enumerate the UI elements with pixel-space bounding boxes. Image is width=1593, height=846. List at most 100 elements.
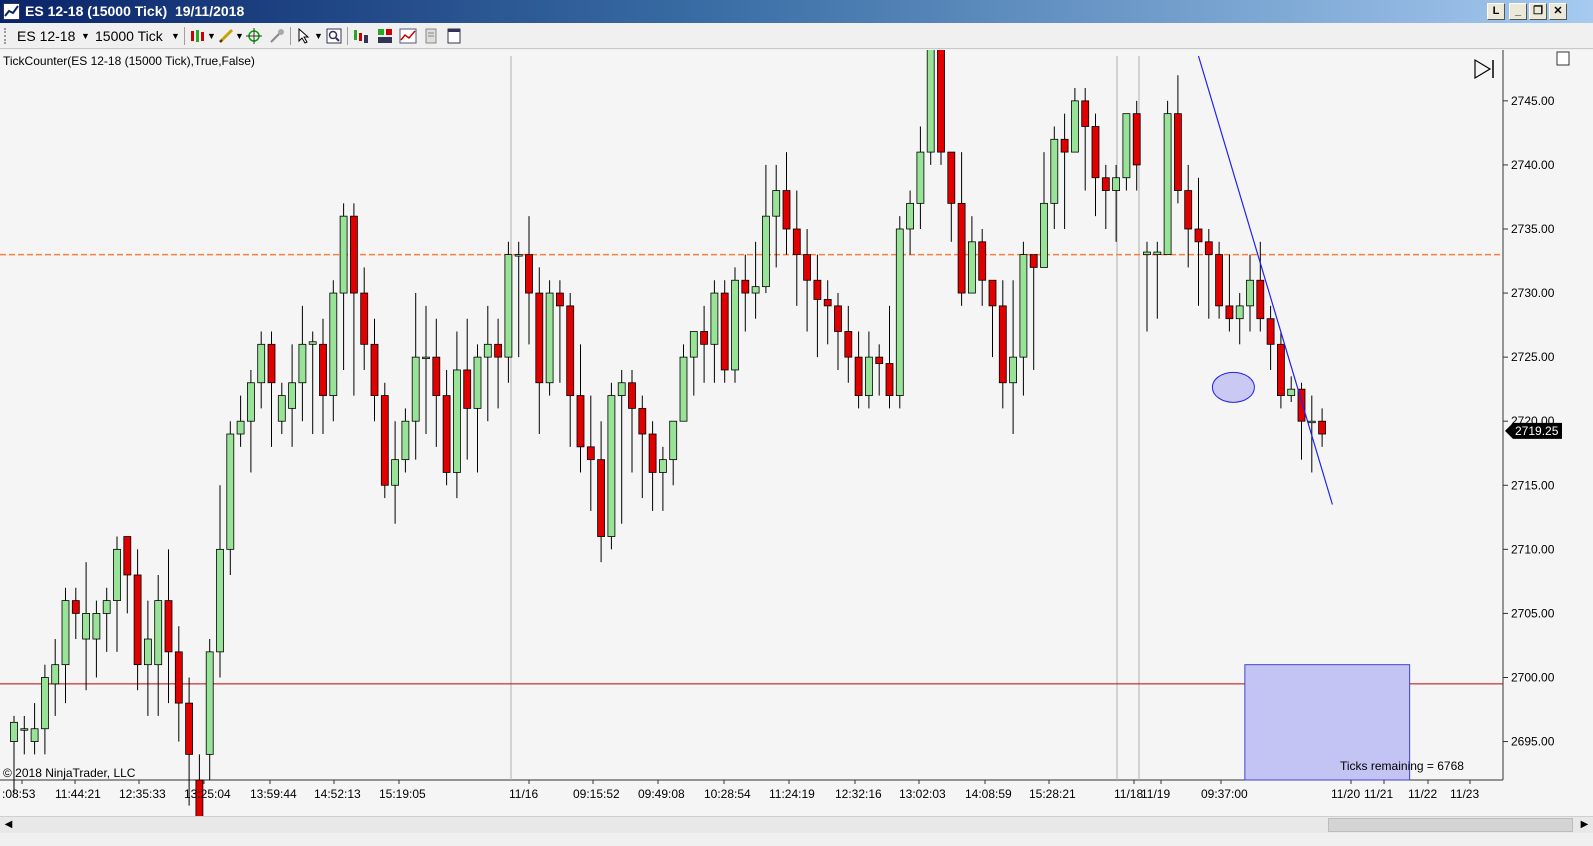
candle-body xyxy=(133,574,142,666)
candle-body xyxy=(1246,279,1254,307)
pointer-icon[interactable] xyxy=(296,27,314,45)
candle-body xyxy=(1019,254,1028,358)
candle-body xyxy=(1029,254,1038,268)
x-tick-label: 11/19 xyxy=(1141,787,1170,801)
pencil-icon[interactable] xyxy=(217,27,235,45)
candle-body xyxy=(525,254,533,294)
candle-body xyxy=(473,356,482,409)
candle-body xyxy=(30,728,39,742)
candle-body xyxy=(834,305,842,332)
candle-body xyxy=(1153,251,1162,256)
app-icon xyxy=(3,3,20,20)
candle-body xyxy=(442,395,451,473)
candle-body xyxy=(895,228,904,396)
toolbar-grip[interactable] xyxy=(4,28,8,44)
x-tick-label: 13:25:04 xyxy=(184,787,231,801)
candle-body xyxy=(504,254,513,358)
candle-body xyxy=(71,600,80,614)
candle-body xyxy=(813,279,822,300)
candle-body xyxy=(61,600,70,666)
last-price-label: 2719.25 xyxy=(1515,424,1559,438)
title-bar[interactable]: ES 12-18 (15000 Tick) 19/11/2018 L _ ❐ ✕ xyxy=(0,0,1593,23)
chevron-down-icon[interactable]: ▼ xyxy=(207,31,216,41)
y-tick-label: 2725.00 xyxy=(1511,350,1555,364)
candle-body xyxy=(1009,356,1017,384)
candle-body xyxy=(762,215,770,288)
l-button[interactable]: L xyxy=(1487,3,1505,20)
candle-body xyxy=(1225,305,1234,320)
candle-body xyxy=(968,241,976,294)
candle-body xyxy=(1081,100,1090,127)
price-chart[interactable]: 2745.002740.002735.002730.002725.002720.… xyxy=(0,50,1593,816)
candle-body xyxy=(391,459,400,486)
candle-body xyxy=(452,369,461,473)
candle-body xyxy=(1040,202,1048,268)
scroll-left-arrow-icon[interactable]: ◀ xyxy=(0,817,17,833)
restore-button[interactable]: ❐ xyxy=(1529,3,1547,20)
scroll-right-arrow-icon[interactable]: ▶ xyxy=(1576,817,1593,833)
x-tick-label: 15:19:05 xyxy=(379,787,426,801)
x-tick-label: 11/21 xyxy=(1364,787,1393,801)
y-tick-label: 2730.00 xyxy=(1511,286,1555,300)
candle-body xyxy=(123,536,132,576)
candle-body xyxy=(689,331,698,358)
x-tick-label: 11/20 xyxy=(1331,787,1360,801)
minimize-button[interactable]: _ xyxy=(1509,3,1527,20)
x-tick-label: 11:44:21 xyxy=(55,787,101,801)
horizontal-scrollbar[interactable]: ◀ ▶ xyxy=(0,816,1593,833)
candle-body xyxy=(772,190,781,217)
strategies-icon[interactable] xyxy=(376,27,394,45)
candle-body xyxy=(277,395,286,422)
candle-body xyxy=(566,305,575,396)
chevron-down-icon[interactable]: ▼ xyxy=(81,31,90,41)
y-tick-label: 2700.00 xyxy=(1511,670,1555,684)
y-tick-label: 2715.00 xyxy=(1511,478,1555,492)
candle-body xyxy=(978,241,987,281)
chevron-down-icon[interactable]: ▼ xyxy=(314,31,323,41)
chevron-down-icon[interactable]: ▼ xyxy=(171,31,180,41)
chevron-down-icon[interactable]: ▼ xyxy=(235,31,244,41)
candle-body xyxy=(329,292,338,396)
candle-body xyxy=(823,299,832,307)
candle-body xyxy=(1143,251,1151,256)
chart-panel[interactable]: 2745.00 2740.00 2735.00 2730.00 2725.00 2720.… xyxy=(0,50,1593,816)
x-tick-label: 15:28:21 xyxy=(1029,787,1076,801)
window-icon[interactable] xyxy=(445,27,463,45)
pin-icon[interactable] xyxy=(268,27,286,45)
x-tick-label: :08:53 xyxy=(2,787,36,801)
interval-selector[interactable]: 15000 Tick xyxy=(95,28,163,44)
candle-body xyxy=(319,343,327,396)
indicators-icon[interactable] xyxy=(399,27,417,45)
candle-body xyxy=(875,356,884,364)
candle xyxy=(731,267,739,383)
close-button[interactable]: ✕ xyxy=(1549,3,1567,20)
x-tick-label: 11/23 xyxy=(1450,787,1479,801)
candle-body xyxy=(617,382,626,396)
toolbar: ES 12-18 ▼ 15000 Tick ▼ ▼ ▼ ▼ xyxy=(0,23,1593,49)
candle-body xyxy=(1122,113,1131,179)
scroll-thumb[interactable] xyxy=(1328,818,1573,832)
candle-body xyxy=(349,215,358,294)
properties-icon[interactable] xyxy=(422,27,440,45)
bar-style-icon[interactable] xyxy=(189,27,207,45)
candle-body xyxy=(401,420,410,461)
x-tick-label: 11/22 xyxy=(1408,787,1437,801)
candle-body xyxy=(267,343,276,384)
instrument-selector[interactable]: ES 12-18 xyxy=(17,28,75,44)
data-series-icon[interactable] xyxy=(352,27,370,45)
candle-body xyxy=(82,613,90,640)
candle-body xyxy=(1112,177,1120,191)
candle-body xyxy=(885,363,894,396)
window-title: ES 12-18 (15000 Tick) 19/11/2018 xyxy=(25,3,245,19)
candle-body xyxy=(679,356,688,422)
x-tick-label: 10:28:54 xyxy=(704,787,751,801)
candle-body xyxy=(370,343,379,396)
candle xyxy=(545,280,554,396)
candle-body xyxy=(659,459,667,473)
candle-body xyxy=(411,356,420,422)
crosshair-icon[interactable] xyxy=(245,27,263,45)
candle-body xyxy=(731,279,739,371)
zoom-icon[interactable] xyxy=(325,27,343,45)
candle-body xyxy=(102,600,111,614)
candle-body xyxy=(216,548,224,653)
